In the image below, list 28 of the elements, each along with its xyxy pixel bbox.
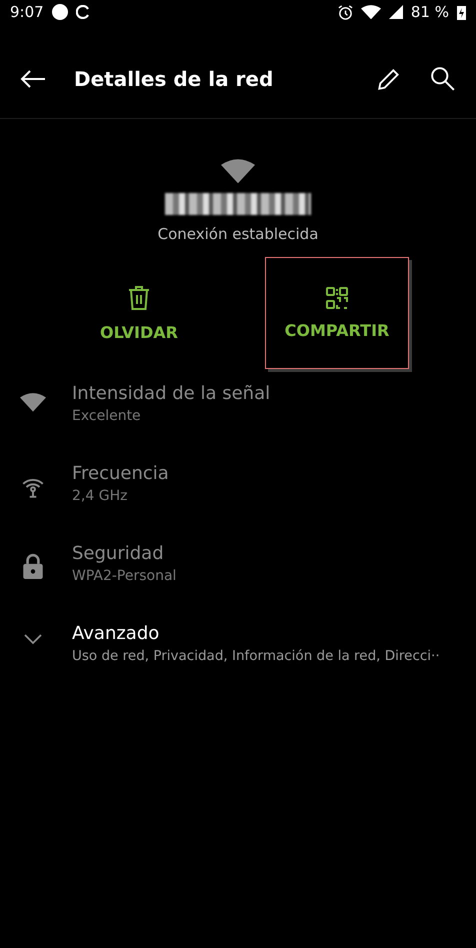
setting-value: Uso de red, Privacidad, Información de la red, Direcci··	[72, 648, 440, 664]
alarm-icon	[338, 4, 353, 20]
sync-icon	[76, 5, 90, 19]
qr-code-icon	[326, 286, 348, 309]
battery-charging-icon	[457, 4, 466, 20]
setting-title: Frecuencia	[72, 463, 169, 484]
setting-title: Intensidad de la señal	[72, 383, 270, 404]
circle-icon	[52, 4, 68, 20]
connection-status: Conexión establecida	[158, 225, 318, 244]
wifi-icon	[20, 393, 46, 412]
setting-value: Excelente	[72, 408, 142, 424]
setting-title: Seguridad	[72, 543, 165, 564]
edit-icon[interactable]	[376, 66, 402, 92]
cell-signal-icon	[388, 5, 403, 19]
setting-title: Avanzado	[72, 623, 160, 644]
setting-value: WPA2-Personal	[72, 568, 176, 584]
lock-icon	[22, 553, 44, 580]
wifi-icon	[221, 159, 255, 184]
search-icon[interactable]	[430, 66, 456, 92]
status-time: 9:07	[10, 3, 44, 21]
setting-value: 2,4 GHz	[72, 488, 128, 504]
back-arrow-icon[interactable]	[20, 70, 46, 88]
wifi-icon	[360, 4, 381, 20]
trash-icon	[128, 284, 150, 311]
battery-percent: 81 %	[410, 3, 449, 21]
share-button[interactable]: COMPARTIR	[265, 257, 409, 370]
page-title: Detalles de la red	[74, 67, 274, 91]
chevron-down-icon[interactable]	[23, 633, 43, 646]
